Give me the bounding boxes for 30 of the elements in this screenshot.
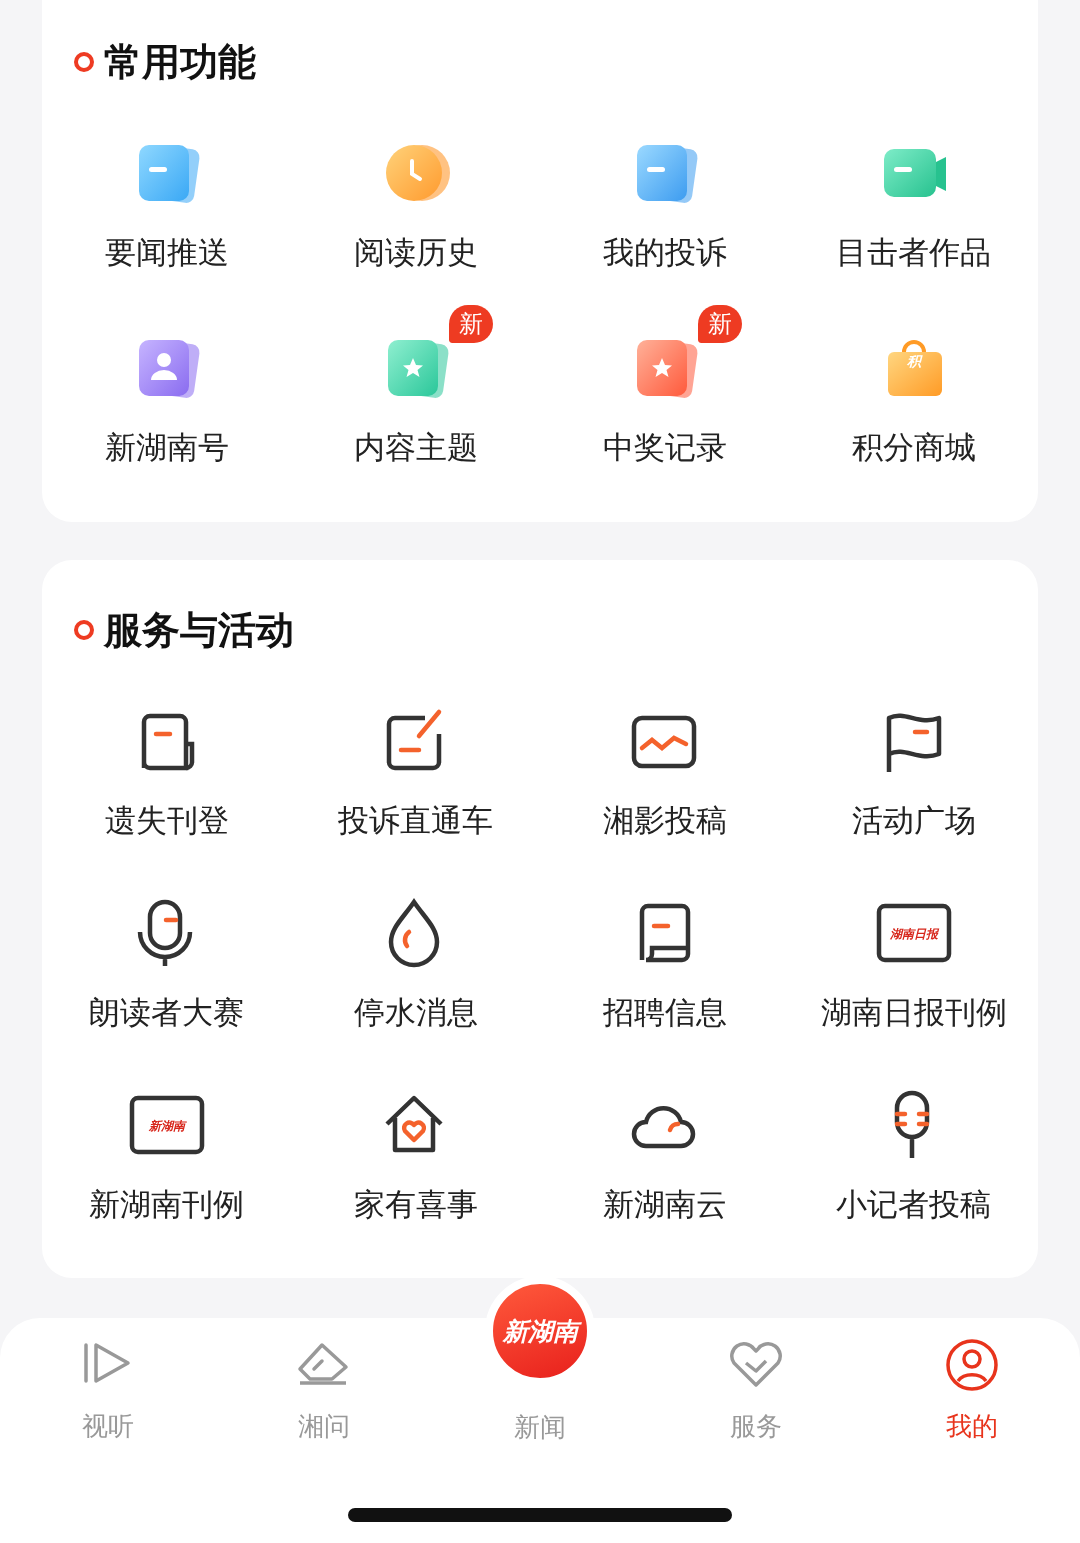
icon-label: 积 <box>905 353 924 371</box>
feature-item[interactable]: 招聘信息 <box>540 866 789 1058</box>
feature-item[interactable]: 湘影投稿 <box>540 674 789 866</box>
new-badge: 新 <box>697 305 742 343</box>
feature-item[interactable]: 积 积分商城 <box>789 301 1038 496</box>
feature-item[interactable]: 阅读历史 <box>291 106 540 301</box>
section-title: 服务与活动 <box>104 606 294 654</box>
feature-item[interactable]: 湖南日报 湖南日报刊例 <box>789 866 1038 1058</box>
feature-item[interactable]: 新 中奖记录 <box>540 301 789 496</box>
feature-item[interactable]: 我的投诉 <box>540 106 789 301</box>
ring-icon <box>74 620 94 640</box>
logo-text: 湖南日报 <box>888 926 940 943</box>
section-title: 常用功能 <box>104 38 256 86</box>
new-badge: 新 <box>448 305 493 343</box>
feature-item[interactable]: 停水消息 <box>291 866 540 1058</box>
feature-item[interactable]: 要闻推送 <box>42 106 291 301</box>
feature-item[interactable]: 投诉直通车 <box>291 674 540 866</box>
feature-item[interactable]: 新湖南 新湖南刊例 <box>42 1058 291 1250</box>
ring-icon <box>74 52 94 72</box>
feature-item[interactable]: 新 内容主题 <box>291 301 540 496</box>
feature-item[interactable]: 活动广场 <box>789 674 1038 866</box>
feature-item[interactable]: 家有喜事 <box>291 1058 540 1250</box>
feature-item[interactable]: 新湖南号 <box>42 301 291 496</box>
feature-item[interactable]: 朗读者大赛 <box>42 866 291 1058</box>
feature-item[interactable]: 新湖南云 <box>540 1058 789 1250</box>
nav-tab[interactable]: 我的 <box>864 1334 1080 1444</box>
feature-item[interactable]: 目击者作品 <box>789 106 1038 301</box>
logo-text: 新湖南 <box>147 1118 188 1135</box>
feature-item[interactable]: 小记者投稿 <box>789 1058 1038 1250</box>
feature-item[interactable]: 遗失刊登 <box>42 674 291 866</box>
